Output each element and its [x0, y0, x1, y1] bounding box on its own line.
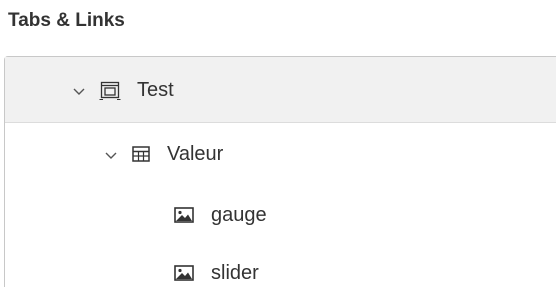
tree-item-label: gauge: [211, 204, 267, 226]
tree-item-test[interactable]: Test: [5, 57, 556, 123]
tab-container-icon: [99, 79, 121, 101]
image-icon: [173, 262, 195, 284]
panel-title: Tabs & Links: [8, 10, 125, 31]
image-icon: [173, 204, 195, 226]
tree-item-valeur[interactable]: Valeur: [5, 123, 556, 185]
tree-item-label: Valeur: [167, 143, 224, 165]
tree-item-slider[interactable]: slider: [5, 245, 556, 287]
tabs-links-tree: Test Valeur gauge slider: [4, 56, 556, 287]
chevron-down-icon[interactable]: [103, 146, 119, 162]
tree-item-label: Test: [137, 78, 174, 101]
chevron-down-icon[interactable]: [71, 82, 87, 98]
tree-item-gauge[interactable]: gauge: [5, 185, 556, 245]
tabs-links-panel: Tabs & Links Test Valeur gauge slider: [0, 0, 556, 287]
table-grid-icon: [131, 144, 151, 164]
tree-item-label: slider: [211, 262, 259, 284]
